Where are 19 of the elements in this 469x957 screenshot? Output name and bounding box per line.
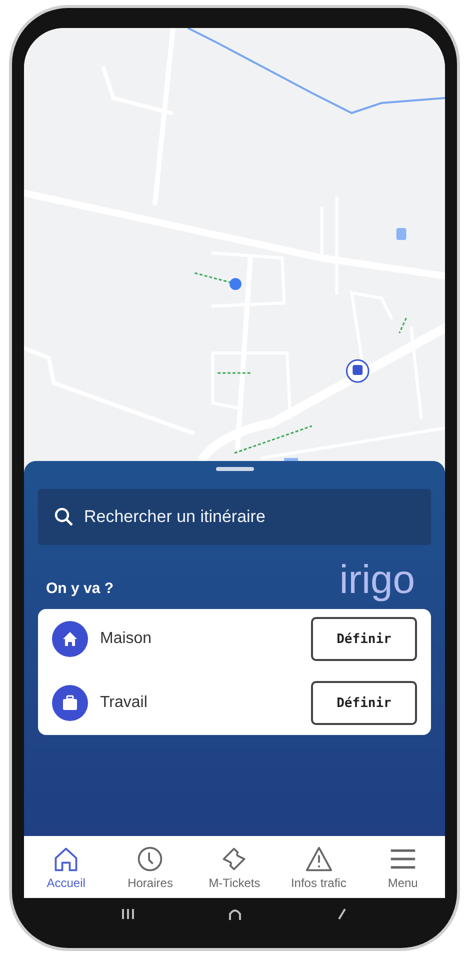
drag-handle[interactable] [216,467,254,471]
define-button[interactable]: Définir [311,681,417,725]
clock-icon [136,844,164,872]
logo-text: irigo [339,557,415,603]
nav-tab[interactable]: Menu [362,844,444,890]
nav-tab[interactable]: Infos trafic [278,844,360,890]
section-title: On y va ? [46,580,114,599]
nav-tab[interactable]: Horaires [109,844,192,890]
nav-tab[interactable]: Accueil [25,844,108,890]
place-label: Maison [100,630,153,648]
define-button[interactable]: Définir [311,617,417,661]
warning-icon [304,844,333,872]
search-field[interactable]: Rechercher un itinéraire [38,489,431,545]
recent-apps-icon[interactable] [120,908,134,920]
place-label: Travail [100,694,148,712]
nav-tab[interactable]: M-Tickets [193,844,276,890]
house-icon [52,621,88,657]
home-icon[interactable] [228,908,242,920]
briefcase-icon [52,685,88,721]
